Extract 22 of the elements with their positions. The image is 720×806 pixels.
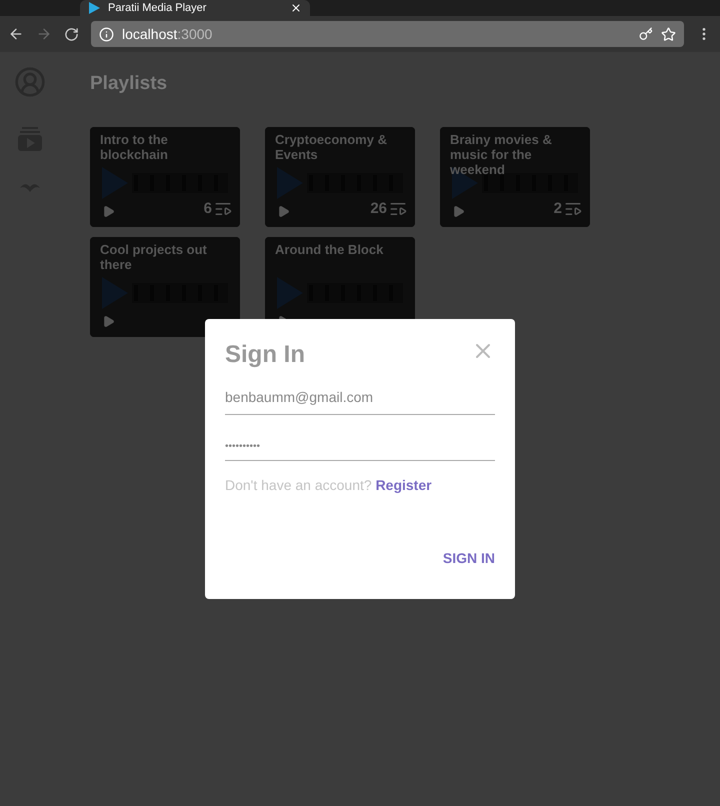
playlist-title: Around the Block [275, 242, 384, 256]
video-count: 26 [370, 199, 387, 219]
dialog-title: Sign In [225, 340, 305, 370]
email-field[interactable]: benbaumm@gmail.com [225, 387, 495, 415]
password-field[interactable]: •••••••••• [225, 439, 495, 461]
address-bar[interactable]: localhost:3000 [91, 21, 684, 47]
video-count: 6 [204, 199, 212, 219]
playlist-title: Brainy movies & music for the weekend [450, 132, 553, 176]
url-text: localhost:3000 [122, 24, 214, 44]
playlist-title: Intro to the blockchain [100, 132, 169, 162]
sign-in-button[interactable]: SIGN IN [442, 548, 495, 569]
register-link[interactable]: Register [376, 477, 432, 493]
playlist-card[interactable]: Intro to the blockchain 6 [90, 126, 240, 226]
register-prompt: Don't have an account? Register [225, 476, 433, 495]
playlist-card[interactable]: Cryptoeconomy & Events 26 [265, 126, 415, 226]
playlist-title: Cool projects out there [100, 242, 208, 272]
tab-title: Paratii Media Player [108, 1, 208, 15]
playlist-card[interactable]: Brainy movies & music for the weekend 2 [440, 126, 590, 226]
video-count: 2 [554, 199, 562, 219]
playlist-title: Cryptoeconomy & Events [275, 132, 388, 162]
page-title: Playlists [90, 72, 168, 96]
browser-tab[interactable]: Paratii Media Player [80, 0, 310, 16]
